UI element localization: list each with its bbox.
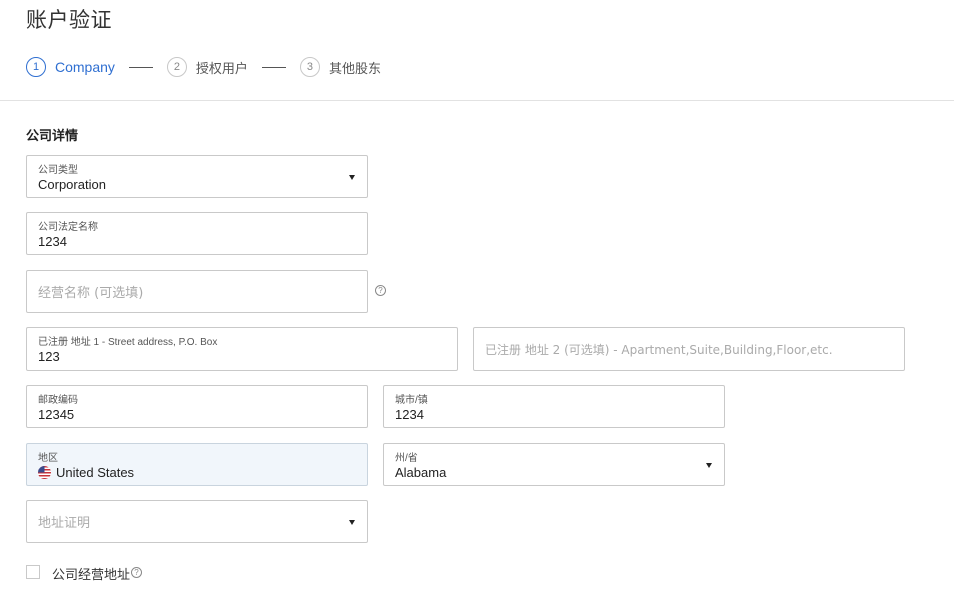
state-value: Alabama: [395, 465, 447, 480]
postal-code-label: 邮政编码: [38, 395, 78, 406]
address-proof-placeholder: 地址证明: [38, 516, 91, 531]
help-icon[interactable]: ?: [375, 285, 386, 296]
region-label: 地区: [38, 453, 58, 464]
city-value: 1234: [395, 407, 424, 422]
page-title: 账户验证: [26, 8, 112, 32]
address1-value: 123: [38, 349, 60, 364]
legal-name-value: 1234: [38, 234, 67, 249]
postal-code-field[interactable]: 邮政编码 12345: [26, 385, 368, 428]
caret-down-icon: [349, 519, 355, 525]
address-proof-select[interactable]: 地址证明: [26, 500, 368, 543]
address2-placeholder: 已注册 地址 2 (可选填) - Apartment,Suite,Buildin…: [485, 342, 833, 357]
business-address-label[interactable]: 公司经营地址: [52, 564, 130, 583]
step-connector: [261, 66, 286, 68]
section-title: 公司详情: [26, 129, 79, 144]
step-label-authorized-user: 授权用户: [195, 61, 248, 77]
step-connector: [128, 66, 153, 68]
step-number-3: 3: [299, 57, 320, 77]
company-type-label: 公司类型: [38, 165, 78, 176]
step-label-company: Company: [55, 59, 115, 75]
caret-down-icon: [349, 174, 355, 180]
dba-name-placeholder: 经营名称 (可选填): [38, 286, 144, 301]
step-label-other-shareholders: 其他股东: [328, 61, 381, 77]
city-label: 城市/镇: [395, 395, 428, 406]
step-number-2: 2: [166, 57, 187, 77]
dba-name-field[interactable]: 经营名称 (可选填): [26, 270, 368, 313]
address1-label: 已注册 地址 1 - Street address, P.O. Box: [38, 337, 218, 348]
us-flag-icon: [38, 466, 51, 479]
step-other-shareholders[interactable]: 3 其他股东: [299, 57, 381, 77]
legal-name-field[interactable]: 公司法定名称 1234: [26, 212, 368, 255]
region-value-wrap: United States: [38, 465, 134, 480]
help-icon[interactable]: ?: [131, 567, 142, 578]
city-field[interactable]: 城市/镇 1234: [383, 385, 725, 428]
company-type-value: Corporation: [38, 177, 106, 192]
business-address-checkbox[interactable]: [26, 565, 40, 579]
header-divider: [0, 100, 954, 101]
step-authorized-user[interactable]: 2 授权用户: [166, 57, 248, 77]
state-label: 州/省: [395, 453, 418, 464]
stepper: 1 Company 2 授权用户 3 其他股东: [26, 56, 381, 78]
legal-name-label: 公司法定名称: [38, 222, 98, 233]
address2-field[interactable]: 已注册 地址 2 (可选填) - Apartment,Suite,Buildin…: [473, 327, 905, 371]
step-number-1: 1: [26, 57, 46, 77]
region-value: United States: [56, 465, 135, 480]
address1-field[interactable]: 已注册 地址 1 - Street address, P.O. Box 123: [26, 327, 458, 371]
region-field: 地区 United States: [26, 443, 368, 486]
state-select[interactable]: 州/省 Alabama: [383, 443, 725, 486]
caret-down-icon: [706, 462, 712, 468]
company-type-select[interactable]: 公司类型 Corporation: [26, 155, 368, 198]
step-company[interactable]: 1 Company: [26, 57, 115, 77]
postal-code-value: 12345: [38, 407, 75, 422]
